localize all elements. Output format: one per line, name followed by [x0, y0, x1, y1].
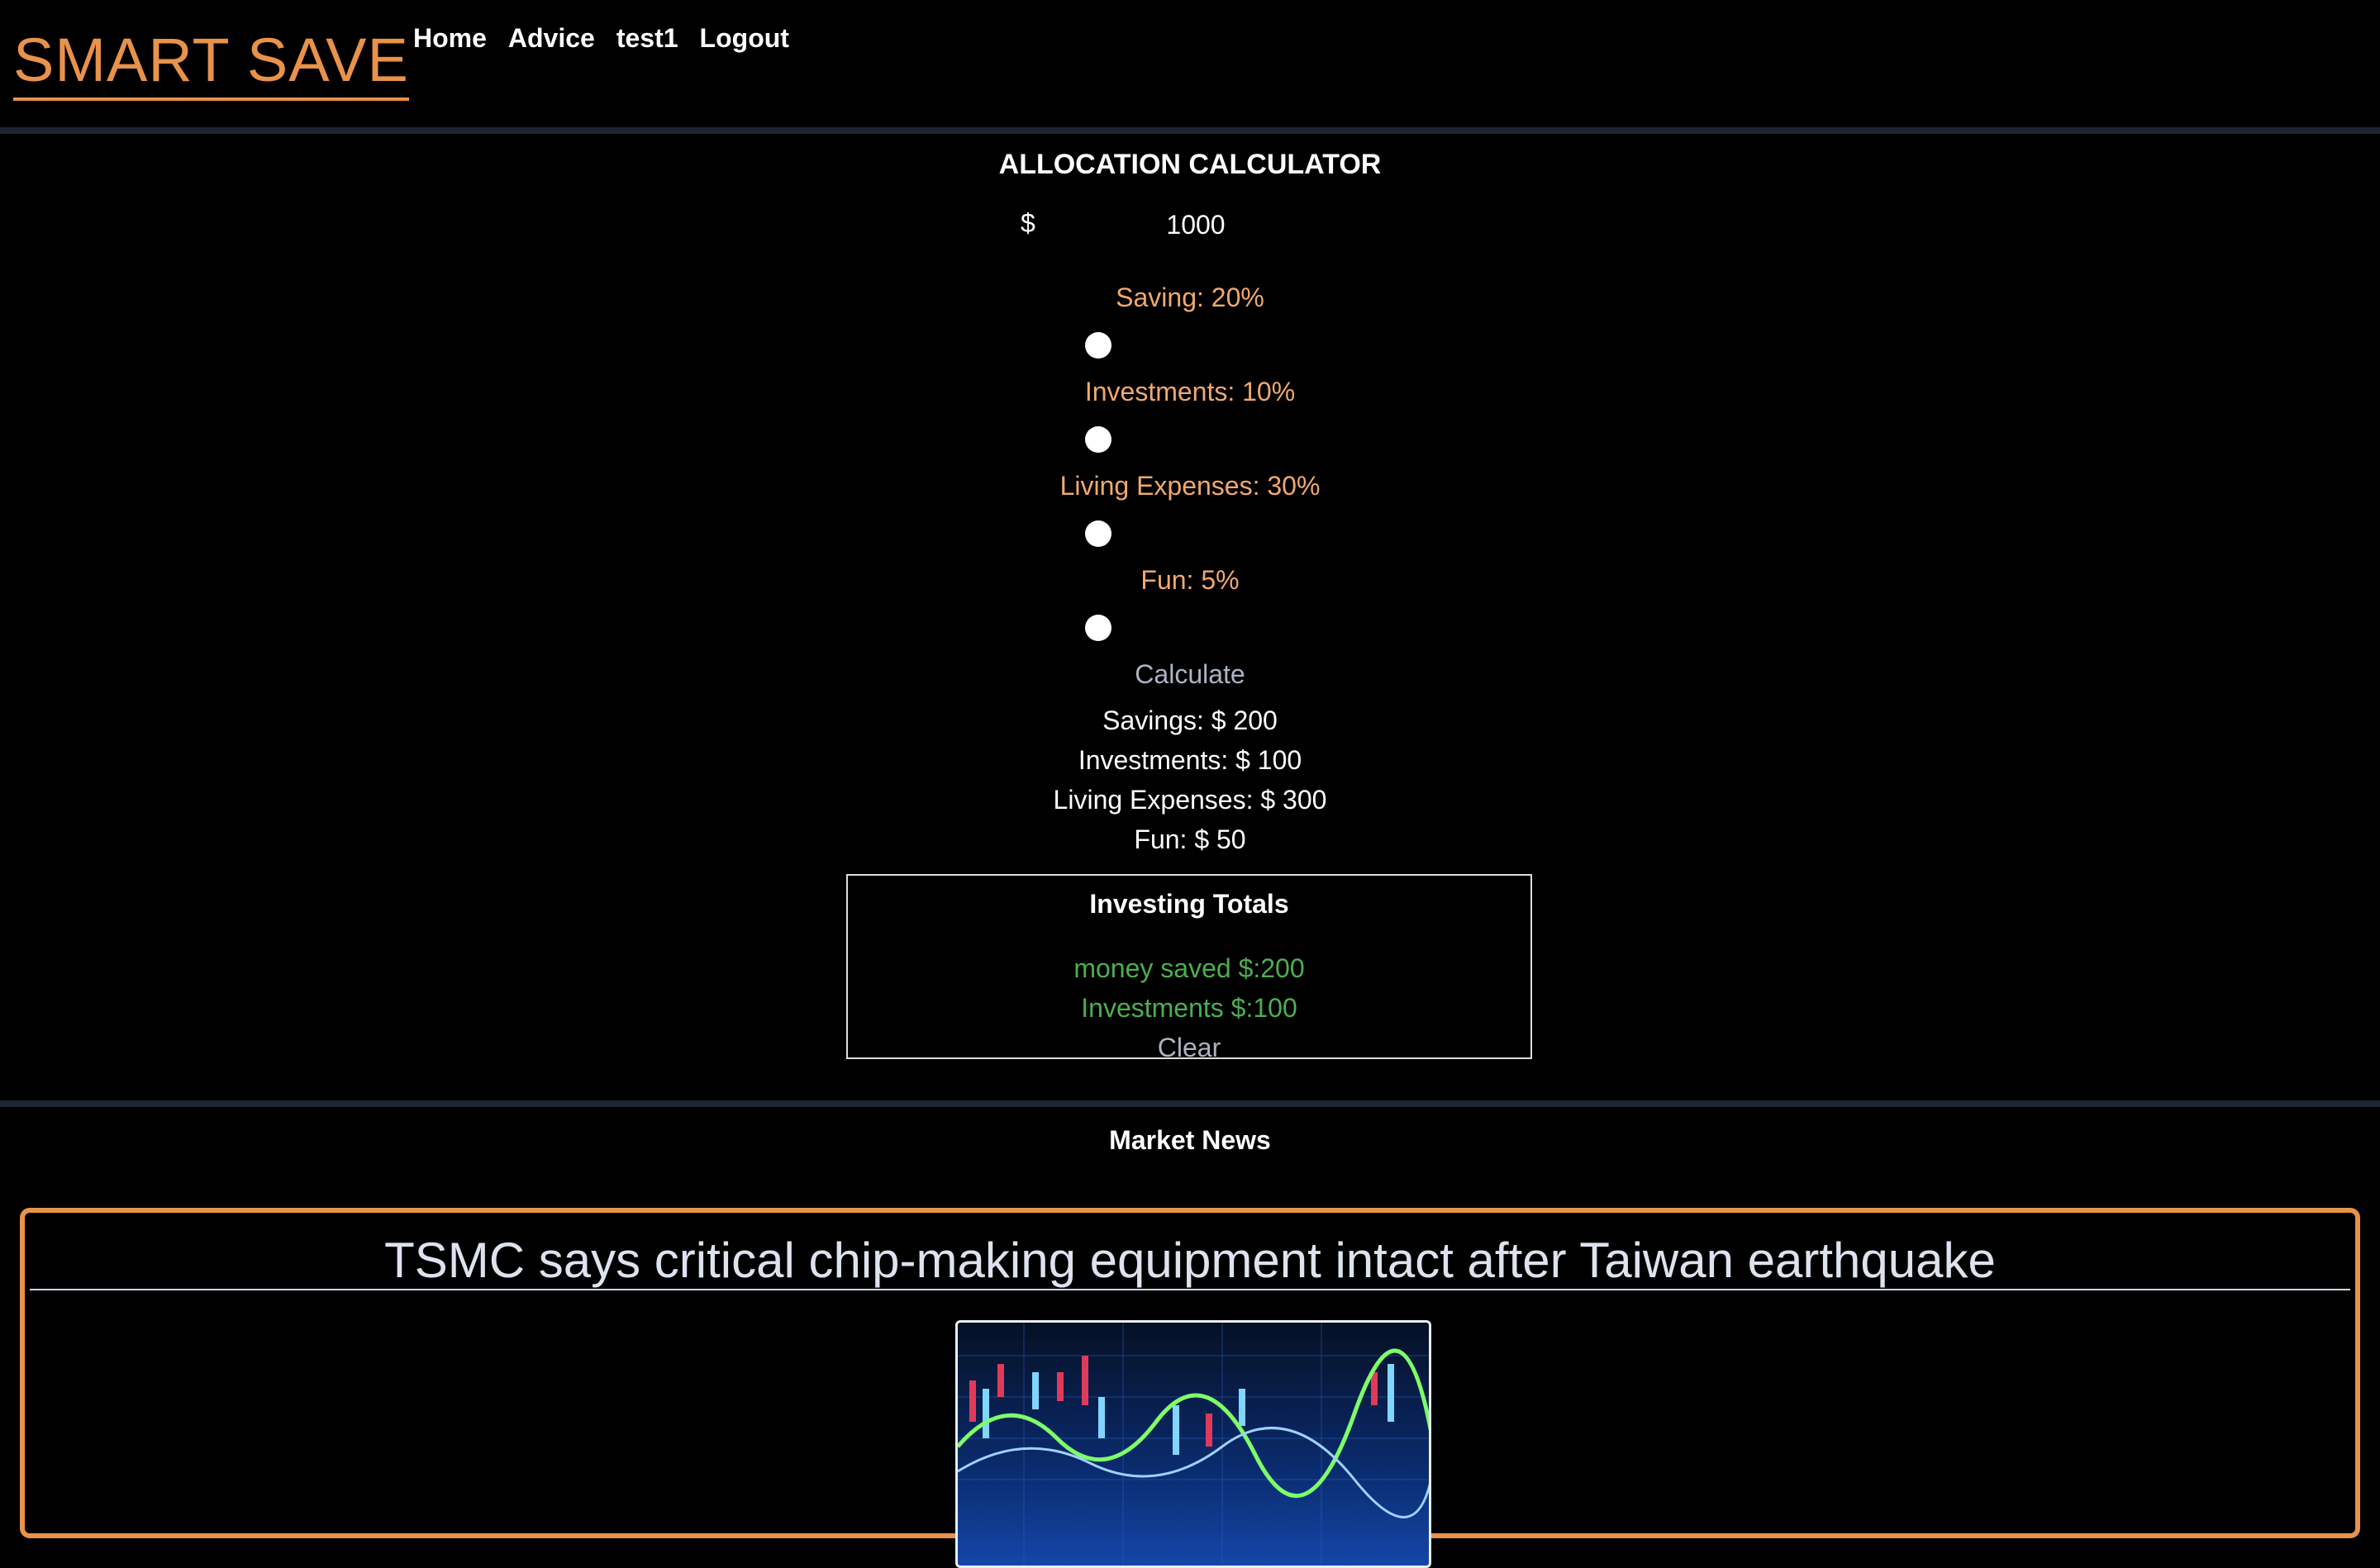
fun-result: Fun: $ 50 [1134, 824, 1246, 854]
amount-row: $ [1021, 203, 1392, 249]
news-headline[interactable]: TSMC says critical chip-making equipment… [30, 1229, 2350, 1292]
main-nav: Home Advice test1 Logout [413, 23, 789, 54]
investments-total: Investments $:100 [1081, 993, 1297, 1023]
saving-slider[interactable] [1029, 332, 1153, 360]
amount-input[interactable] [1087, 203, 1305, 246]
saving-slider-label: Saving: 20% [1116, 283, 1264, 312]
investments-result: Investments: $ 100 [1078, 745, 1302, 775]
living-expenses-result: Living Expenses: $ 300 [1053, 785, 1327, 815]
nav-user[interactable]: test1 [616, 23, 678, 54]
nav-advice[interactable]: Advice [508, 23, 595, 54]
site-header: SMART SAVE Home Advice test1 Logout [0, 0, 2380, 127]
investments-slider-label: Investments: 10% [1084, 377, 1296, 406]
nav-logout[interactable]: Logout [700, 23, 789, 54]
news-card[interactable]: TSMC says critical chip-making equipment… [20, 1208, 2360, 1568]
fun-slider-label: Fun: 5% [1140, 565, 1240, 595]
calculate-button[interactable]: Calculate [0, 659, 2380, 690]
header-divider [0, 127, 2380, 134]
living-expenses-slider[interactable] [1029, 520, 1153, 549]
savings-result: Savings: $ 200 [1102, 706, 1278, 735]
clear-button[interactable]: Clear [848, 1033, 1530, 1063]
totals-title: Investing Totals [1089, 889, 1289, 919]
section-divider [0, 1100, 2380, 1107]
currency-symbol: $ [1021, 208, 1035, 238]
slider-knob[interactable] [1085, 426, 1111, 453]
calculator-title: ALLOCATION CALCULATOR [998, 149, 1382, 180]
living-expenses-slider-label: Living Expenses: 30% [1059, 471, 1321, 501]
investing-totals-box: Investing Totals money saved $:200 Inves… [846, 874, 1532, 1062]
slider-knob[interactable] [1085, 332, 1111, 359]
nav-home[interactable]: Home [413, 23, 487, 54]
allocation-calculator: ALLOCATION CALCULATOR $ Saving: 20% Inve… [0, 134, 2380, 1100]
stock-chart-image [958, 1323, 1429, 1566]
market-news-title: Market News [1109, 1125, 1271, 1155]
investments-slider[interactable] [1029, 426, 1153, 454]
slider-knob[interactable] [1085, 520, 1111, 547]
brand-logo-link[interactable]: SMART SAVE [13, 25, 409, 101]
news-image[interactable] [955, 1320, 1431, 1568]
fun-slider[interactable] [1029, 615, 1153, 643]
slider-knob[interactable] [1085, 615, 1111, 641]
money-saved-total: money saved $:200 [1073, 953, 1305, 983]
headline-divider [30, 1289, 2350, 1290]
